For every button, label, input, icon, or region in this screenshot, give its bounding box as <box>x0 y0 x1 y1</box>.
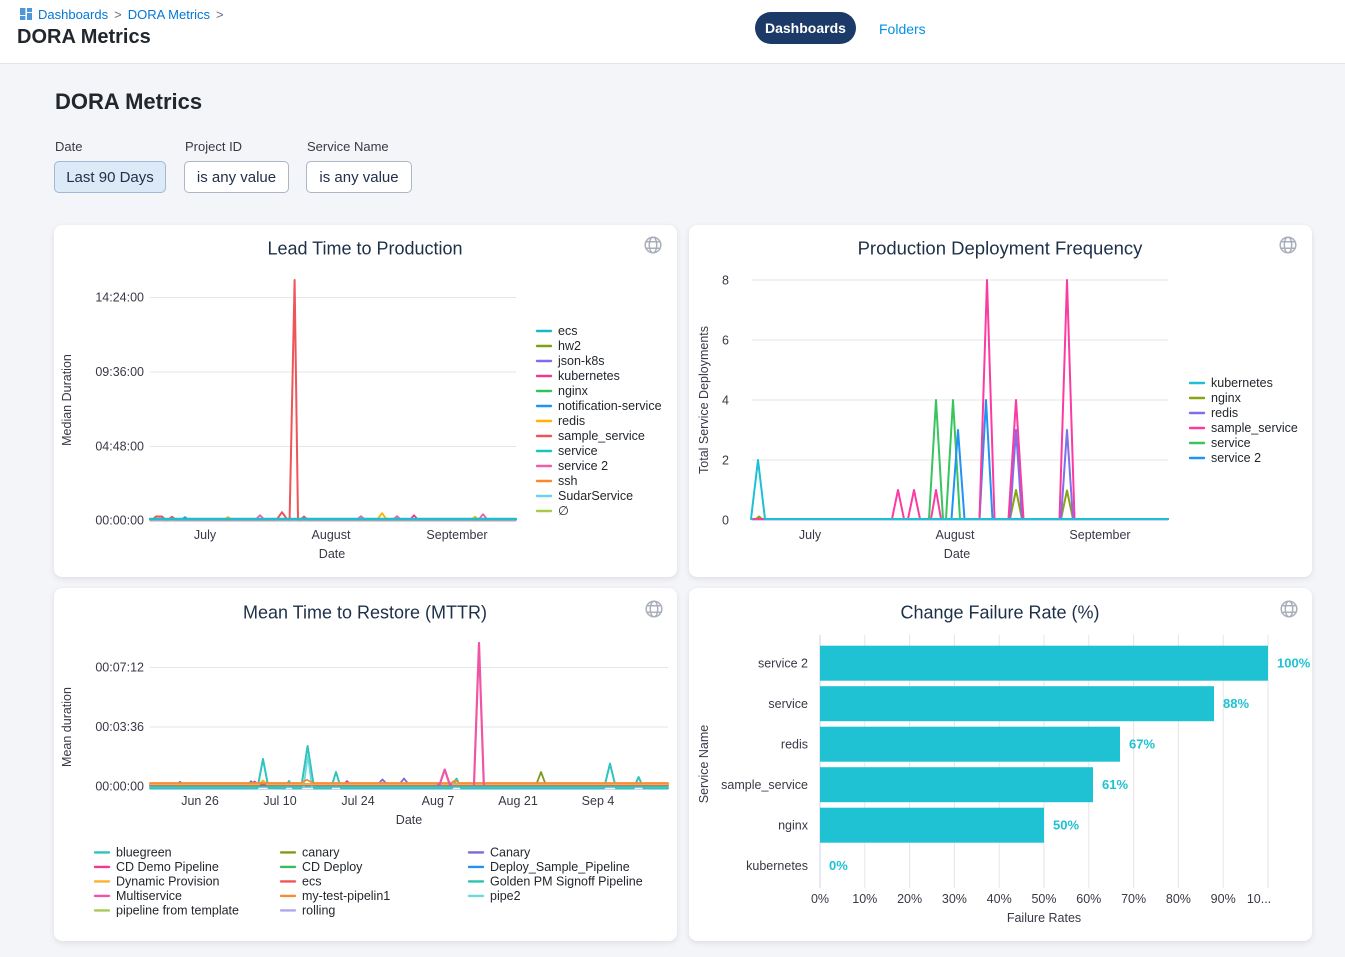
svg-text:00:07:12: 00:07:12 <box>95 661 144 675</box>
svg-text:rolling: rolling <box>302 904 335 918</box>
svg-text:Aug 21: Aug 21 <box>498 794 538 808</box>
svg-text:80%: 80% <box>1166 892 1191 906</box>
svg-text:Golden PM Signoff Pipeline: Golden PM Signoff Pipeline <box>490 875 643 889</box>
svg-text:September: September <box>1069 528 1130 542</box>
svg-text:70%: 70% <box>1121 892 1146 906</box>
svg-text:00:00:00: 00:00:00 <box>95 780 144 794</box>
svg-text:Jun 26: Jun 26 <box>181 794 219 808</box>
svg-text:CD Deploy: CD Deploy <box>302 860 363 874</box>
svg-text:canary: canary <box>302 846 340 860</box>
svg-text:Dynamic Provision: Dynamic Provision <box>116 875 220 889</box>
svg-text:30%: 30% <box>942 892 967 906</box>
svg-text:ssh: ssh <box>558 474 578 488</box>
svg-text:100%: 100% <box>1277 656 1311 671</box>
svg-text:sample_service: sample_service <box>1211 421 1298 435</box>
svg-text:40%: 40% <box>987 892 1012 906</box>
svg-text:Multiservice: Multiservice <box>116 889 182 903</box>
svg-text:sample_service: sample_service <box>558 429 645 443</box>
svg-text:0: 0 <box>722 514 729 528</box>
svg-text:50%: 50% <box>1031 892 1056 906</box>
svg-text:20%: 20% <box>897 892 922 906</box>
svg-text:nginx: nginx <box>778 819 809 833</box>
svg-text:88%: 88% <box>1223 696 1249 711</box>
svg-text:sample_service: sample_service <box>721 778 808 792</box>
svg-text:redis: redis <box>781 738 808 752</box>
svg-text:09:36:00: 09:36:00 <box>95 365 144 379</box>
svg-text:00:00:00: 00:00:00 <box>95 514 144 528</box>
svg-text:Failure Rates: Failure Rates <box>1007 911 1081 925</box>
svg-text:90%: 90% <box>1211 892 1236 906</box>
svg-text:Sep 4: Sep 4 <box>582 794 615 808</box>
svg-text:nginx: nginx <box>558 384 589 398</box>
svg-text:00:03:36: 00:03:36 <box>95 720 144 734</box>
svg-text:2: 2 <box>722 454 729 468</box>
svg-text:Aug 7: Aug 7 <box>422 794 455 808</box>
svg-text:10%: 10% <box>852 892 877 906</box>
svg-text:Date: Date <box>944 547 970 561</box>
svg-text:Service Name: Service Name <box>697 725 711 804</box>
svg-text:CD Demo Pipeline: CD Demo Pipeline <box>116 860 219 874</box>
svg-text:67%: 67% <box>1129 737 1155 752</box>
svg-text:Date: Date <box>319 547 345 561</box>
svg-text:kubernetes: kubernetes <box>558 369 620 383</box>
svg-text:ecs: ecs <box>302 875 321 889</box>
svg-text:4: 4 <box>722 394 729 408</box>
svg-text:Jul 10: Jul 10 <box>263 794 296 808</box>
svg-text:July: July <box>799 528 822 542</box>
svg-text:service 2: service 2 <box>758 657 808 671</box>
svg-text:60%: 60% <box>1076 892 1101 906</box>
svg-text:8: 8 <box>722 274 729 288</box>
svg-text:0%: 0% <box>829 858 848 873</box>
svg-text:ecs: ecs <box>558 324 577 338</box>
svg-text:0%: 0% <box>811 892 829 906</box>
svg-text:August: August <box>936 528 975 542</box>
svg-text:bluegreen: bluegreen <box>116 846 172 860</box>
svg-text:redis: redis <box>558 414 585 428</box>
svg-text:Change Failure Rate (%): Change Failure Rate (%) <box>900 603 1099 623</box>
svg-text:61%: 61% <box>1102 777 1128 792</box>
svg-text:notification-service: notification-service <box>558 399 662 413</box>
svg-text:September: September <box>426 528 487 542</box>
svg-text:kubernetes: kubernetes <box>746 859 808 873</box>
svg-text:pipeline from template: pipeline from template <box>116 904 239 918</box>
svg-text:Jul 24: Jul 24 <box>341 794 374 808</box>
svg-text:6: 6 <box>722 334 729 348</box>
svg-text:Production Deployment Frequenc: Production Deployment Frequency <box>858 238 1144 259</box>
svg-text:∅: ∅ <box>558 504 569 518</box>
svg-text:Date: Date <box>396 813 422 827</box>
svg-text:my-test-pipelin1: my-test-pipelin1 <box>302 889 390 903</box>
svg-text:July: July <box>194 528 217 542</box>
svg-text:Deploy_Sample_Pipeline: Deploy_Sample_Pipeline <box>490 860 630 874</box>
svg-text:14:24:00: 14:24:00 <box>95 291 144 305</box>
svg-text:Total Service Deployments: Total Service Deployments <box>697 326 711 474</box>
svg-text:kubernetes: kubernetes <box>1211 376 1273 390</box>
svg-text:04:48:00: 04:48:00 <box>95 440 144 454</box>
svg-text:pipe2: pipe2 <box>490 889 521 903</box>
svg-text:json-k8s: json-k8s <box>557 354 605 368</box>
svg-text:service: service <box>1211 436 1251 450</box>
svg-text:service 2: service 2 <box>558 459 608 473</box>
svg-text:service 2: service 2 <box>1211 451 1261 465</box>
svg-text:Mean Time to Restore (MTTR): Mean Time to Restore (MTTR) <box>243 603 487 623</box>
svg-text:Mean duration: Mean duration <box>60 687 74 767</box>
svg-text:Lead Time to Production: Lead Time to Production <box>267 239 462 259</box>
svg-text:Canary: Canary <box>490 846 531 860</box>
svg-text:service: service <box>558 444 598 458</box>
svg-text:service: service <box>768 697 808 711</box>
svg-text:10...: 10... <box>1247 892 1271 906</box>
svg-text:nginx: nginx <box>1211 391 1242 405</box>
svg-text:50%: 50% <box>1053 818 1079 833</box>
svg-text:August: August <box>312 528 351 542</box>
svg-text:hw2: hw2 <box>558 339 581 353</box>
svg-text:Median Duration: Median Duration <box>60 354 74 446</box>
svg-text:SudarService: SudarService <box>558 489 633 503</box>
svg-text:redis: redis <box>1211 406 1238 420</box>
